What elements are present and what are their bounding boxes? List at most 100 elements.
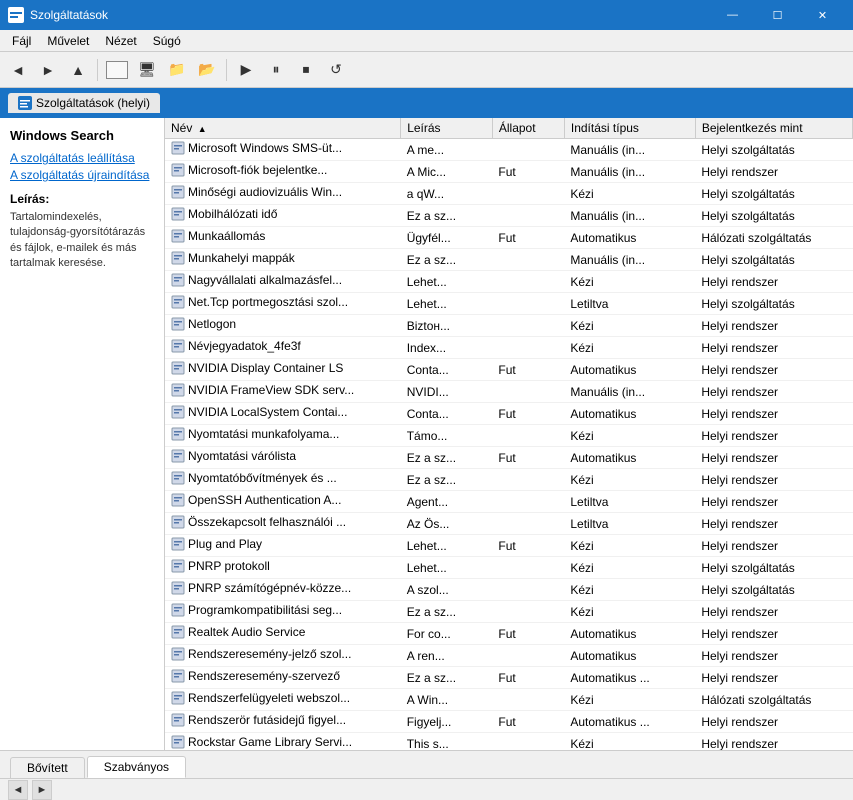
menu-help[interactable]: Súgó xyxy=(145,32,189,50)
menu-file[interactable]: Fájl xyxy=(4,32,39,50)
folder-button[interactable]: 📁 xyxy=(163,56,191,84)
scroll-left-button[interactable]: ◄ xyxy=(8,780,28,800)
show-hide-button[interactable] xyxy=(103,56,131,84)
cell-name: Rendszerör futásidejű figyel... xyxy=(165,711,401,733)
col-header-state[interactable]: Állapot xyxy=(492,118,564,139)
cell-name: NVIDIA FrameView SDK serv... xyxy=(165,381,401,403)
cell-state xyxy=(492,425,564,447)
table-row[interactable]: Munkahelyi mappákEz a sz...Manuális (in.… xyxy=(165,249,853,271)
table-row[interactable]: MunkaállomásÜgyfél...FutAutomatikusHálóz… xyxy=(165,227,853,249)
table-row[interactable]: Névjegyadatok_4fe3fIndex...KéziHelyi ren… xyxy=(165,337,853,359)
table-row[interactable]: Összekapcsolt felhasználói ...Az Ös...Le… xyxy=(165,513,853,535)
restart-service-link[interactable]: A szolgáltatás újraindítása xyxy=(10,168,154,182)
cell-start: Manuális (in... xyxy=(564,249,695,271)
right-panel: Név ▲ Leírás Állapot Indítási típus Beje… xyxy=(165,118,853,750)
row-icon: Névjegyadatok_4fe3f xyxy=(171,339,301,353)
cell-state: Fut xyxy=(492,711,564,733)
forward-button[interactable]: ► xyxy=(34,56,62,84)
pause-button[interactable]: ⏸ xyxy=(262,56,290,84)
play-button[interactable]: ▶ xyxy=(232,56,260,84)
table-row[interactable]: Mobilhálózati időEz a sz...Manuális (in.… xyxy=(165,205,853,227)
close-button[interactable]: ✕ xyxy=(800,0,845,30)
cell-start: Automatikus xyxy=(564,403,695,425)
table-row[interactable]: PNRP számítógépnév-közze...A szol...Kézi… xyxy=(165,579,853,601)
scroll-right-button[interactable]: ► xyxy=(32,780,52,800)
menu-view[interactable]: Nézet xyxy=(97,32,144,50)
table-row[interactable]: Minőségi audiovizuális Win...a qW...Kézi… xyxy=(165,183,853,205)
window-title: Szolgáltatások xyxy=(30,8,108,22)
table-row[interactable]: Net.Tcp portmegosztási szol...Lehet...Le… xyxy=(165,293,853,315)
table-row[interactable]: Nagyvállalati alkalmazásfel...Lehet...Ké… xyxy=(165,271,853,293)
cell-start: Kézi xyxy=(564,579,695,601)
cell-start: Kézi xyxy=(564,535,695,557)
cell-login: Helyi szolgáltatás xyxy=(695,293,852,315)
tab-bővített[interactable]: Bővített xyxy=(10,757,85,778)
cell-start: Kézi xyxy=(564,601,695,623)
table-row[interactable]: OpenSSH Authentication A...Agent...Letil… xyxy=(165,491,853,513)
service-icon xyxy=(171,383,185,397)
table-row[interactable]: Nyomtatási munkafolyama...Támo...KéziHel… xyxy=(165,425,853,447)
col-header-login[interactable]: Bejelentkezés mint xyxy=(695,118,852,139)
row-icon: Programkompatibilitási seg... xyxy=(171,603,342,617)
table-row[interactable]: NetlogonBiztон...KéziHelyi rendszer xyxy=(165,315,853,337)
restart-button[interactable]: ↺ xyxy=(322,56,350,84)
services-table-container[interactable]: Név ▲ Leírás Állapot Indítási típus Beje… xyxy=(165,118,853,750)
menu-action[interactable]: Művelet xyxy=(39,32,97,50)
table-row[interactable]: Microsoft-fiók bejelentke...A Mic...FutM… xyxy=(165,161,853,183)
table-row[interactable]: Realtek Audio ServiceFor co...FutAutomat… xyxy=(165,623,853,645)
cell-login: Helyi rendszer xyxy=(695,315,852,337)
address-tab[interactable]: Szolgáltatások (helyi) xyxy=(8,93,160,113)
service-icon xyxy=(171,493,185,507)
cell-desc: A szol... xyxy=(401,579,493,601)
stop-service-link[interactable]: A szolgáltatás leállítása xyxy=(10,151,154,165)
computer-button[interactable]: 🖥 xyxy=(133,56,161,84)
cell-state xyxy=(492,469,564,491)
table-row[interactable]: Microsoft Windows SMS-üt...A me...Manuál… xyxy=(165,139,853,161)
table-row[interactable]: Rendszerfelügyeleti webszol...A Win...Ké… xyxy=(165,689,853,711)
table-row[interactable]: Rendszerör futásidejű figyel...Figyelj..… xyxy=(165,711,853,733)
cell-desc: Figyelj... xyxy=(401,711,493,733)
cell-login: Helyi rendszer xyxy=(695,161,852,183)
table-row[interactable]: Rendszeresemény-jelző szol...A ren...Aut… xyxy=(165,645,853,667)
table-row[interactable]: PNRP protokollLehet...KéziHelyi szolgált… xyxy=(165,557,853,579)
row-icon: Netlogon xyxy=(171,317,236,331)
table-row[interactable]: Programkompatibilitási seg...Ez a sz...K… xyxy=(165,601,853,623)
cell-login: Helyi rendszer xyxy=(695,425,852,447)
cell-name: Névjegyadatok_4fe3f xyxy=(165,337,401,359)
table-row[interactable]: NVIDIA Display Container LSConta...FutAu… xyxy=(165,359,853,381)
cell-desc: Conta... xyxy=(401,403,493,425)
cell-name: Munkahelyi mappák xyxy=(165,249,401,271)
cell-name: Rendszeresemény-jelző szol... xyxy=(165,645,401,667)
tab-szabványos[interactable]: Szabványos xyxy=(87,756,186,778)
table-row[interactable]: NVIDIA FrameView SDK serv...NVIDI...Manu… xyxy=(165,381,853,403)
cell-desc: Lehet... xyxy=(401,557,493,579)
cell-state xyxy=(492,337,564,359)
cell-start: Kézi xyxy=(564,689,695,711)
back-button[interactable]: ◄ xyxy=(4,56,32,84)
service-icon xyxy=(171,691,185,705)
cell-name: Munkaállomás xyxy=(165,227,401,249)
open-button[interactable]: 📂 xyxy=(193,56,221,84)
col-header-desc[interactable]: Leírás xyxy=(401,118,493,139)
minimize-button[interactable]: — xyxy=(710,0,755,30)
table-row[interactable]: Nyomtatási várólistaEz a sz...FutAutomat… xyxy=(165,447,853,469)
cell-login: Helyi szolgáltatás xyxy=(695,579,852,601)
up-button[interactable]: ▲ xyxy=(64,56,92,84)
service-icon xyxy=(171,251,185,265)
table-row[interactable]: Plug and PlayLehet...FutKéziHelyi rendsz… xyxy=(165,535,853,557)
table-row[interactable]: Rendszeresemény-szervezőEz a sz...FutAut… xyxy=(165,667,853,689)
col-header-start[interactable]: Indítási típus xyxy=(564,118,695,139)
service-icon xyxy=(171,647,185,661)
col-header-name[interactable]: Név ▲ xyxy=(165,118,401,139)
cell-start: Manuális (in... xyxy=(564,161,695,183)
table-row[interactable]: NVIDIA LocalSystem Contai...Conta...FutA… xyxy=(165,403,853,425)
maximize-button[interactable]: ☐ xyxy=(755,0,800,30)
cell-state: Fut xyxy=(492,623,564,645)
cell-state xyxy=(492,381,564,403)
table-row[interactable]: Rockstar Game Library Servi...This s...K… xyxy=(165,733,853,751)
cell-start: Manuális (in... xyxy=(564,139,695,161)
cell-login: Hálózati szolgáltatás xyxy=(695,689,852,711)
table-row[interactable]: Nyomtatóbővítmények és ...Ez a sz...Kézi… xyxy=(165,469,853,491)
toolbar: ◄ ► ▲ 🖥 📁 📂 ▶ ⏸ ⏹ ↺ xyxy=(0,52,853,88)
stop-button[interactable]: ⏹ xyxy=(292,56,320,84)
